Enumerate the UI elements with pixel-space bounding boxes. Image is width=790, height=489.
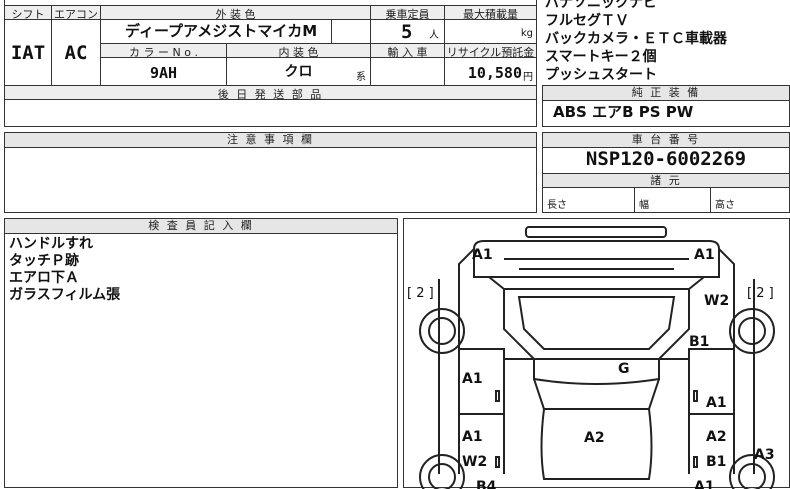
chassis-header: 車 台 番 号 bbox=[543, 133, 789, 148]
mark-front-right: A1 bbox=[694, 247, 715, 263]
recycle-header: リサイクル預託金 bbox=[444, 43, 537, 59]
roof-front-shape bbox=[533, 359, 660, 385]
interior-color-value: クロ bbox=[284, 64, 313, 80]
mark-right-bracket: [ 2 ] bbox=[747, 286, 774, 301]
wheel-front-right-shape bbox=[729, 308, 775, 354]
option-item: プッシュスタート bbox=[545, 67, 657, 83]
shift-value: IAT bbox=[10, 42, 46, 64]
mark-rear-right: A3 bbox=[754, 447, 775, 463]
mark-right-fender: B1 bbox=[689, 334, 709, 350]
handle-left-rear-shape bbox=[495, 456, 500, 468]
import-cell bbox=[370, 57, 445, 86]
recycle-cell: 10,580 円 bbox=[444, 57, 537, 86]
handle-right-front-shape bbox=[693, 390, 698, 402]
wheel-front-left-inner-shape bbox=[428, 317, 456, 345]
recycle-value: 10,580 bbox=[467, 64, 522, 82]
handle-right-rear-shape bbox=[693, 456, 698, 468]
exterior-color-value: ディープアメジストマイカM bbox=[125, 22, 318, 40]
wheel-front-left-shape bbox=[419, 308, 465, 354]
length-cell: 長さ bbox=[543, 188, 635, 213]
shift-value-cell: IAT bbox=[4, 19, 52, 86]
inspector-box: 検 査 員 記 入 欄 ハンドルすれ タッチＰ跡 エアロ下Ａ ガラスフィルム張 bbox=[4, 218, 398, 488]
mark-left-bracket: [ 2 ] bbox=[407, 286, 434, 301]
exterior-divider bbox=[331, 20, 332, 43]
recycle-unit: 円 bbox=[523, 72, 533, 83]
color-no-header: カ ラ ー N o . bbox=[100, 43, 227, 59]
mark-right-rear-door: A2 bbox=[706, 429, 727, 445]
capacity-header: 乗車定員 bbox=[370, 5, 445, 21]
wheel-rear-left-shape bbox=[419, 454, 465, 489]
mark-front-left: A1 bbox=[472, 247, 493, 263]
car-diagram-box: A1 A1 [ 2 ] [ 2 ] W2 B1 G A1 A1 A1 W2 A2… bbox=[403, 218, 790, 489]
inspector-line: エアロ下Ａ bbox=[9, 270, 79, 286]
shift-header: シフト bbox=[4, 5, 52, 21]
option-item: バックカメラ・ＥＴＣ車載器 bbox=[545, 31, 727, 47]
windshield-shape bbox=[517, 296, 676, 350]
inspector-lines: ハンドルすれ タッチＰ跡 エアロ下Ａ ガラスフィルム張 bbox=[9, 236, 120, 304]
mark-roof: G bbox=[618, 361, 630, 377]
max-load-cell: kg bbox=[444, 19, 537, 44]
aircon-header: エアコン bbox=[51, 5, 101, 21]
handle-left-front-shape bbox=[495, 390, 500, 402]
notes-box: 注 意 事 項 欄 bbox=[4, 132, 537, 213]
interior-color-cell: クロ 系 bbox=[226, 57, 371, 86]
capacity-unit: 人 bbox=[429, 30, 439, 41]
max-load-unit: kg bbox=[520, 28, 533, 39]
option-item: パナソニックナビ bbox=[545, 0, 657, 11]
inspector-line: タッチＰ跡 bbox=[9, 253, 79, 269]
wheel-rear-left-inner-shape bbox=[428, 463, 456, 489]
max-load-header: 最大積載量 bbox=[444, 5, 537, 21]
height-cell: 高さ bbox=[715, 200, 735, 211]
mark-left-rear-door: A1 bbox=[462, 429, 483, 445]
aircon-value-cell: AC bbox=[51, 19, 101, 86]
wheel-rear-right-inner-shape bbox=[738, 463, 766, 489]
inspector-line: ガラスフィルム張 bbox=[9, 287, 121, 303]
color-no-cell: 9AH bbox=[100, 57, 227, 86]
color-no-value: 9AH bbox=[149, 64, 178, 82]
car-diagram: A1 A1 [ 2 ] [ 2 ] W2 B1 G A1 A1 A1 W2 A2… bbox=[407, 226, 775, 489]
aircon-value: AC bbox=[64, 42, 88, 64]
genuine-equipment-value: ABS エアB PS PW bbox=[553, 103, 694, 121]
notes-header: 注 意 事 項 欄 bbox=[5, 133, 536, 148]
spec-table: シフト エアコン 外 装 色 乗車定員 最大積載量 IAT AC ディープアメジ… bbox=[4, 0, 537, 101]
mark-left-front-door: A1 bbox=[462, 371, 483, 387]
chassis-box: 車 台 番 号 NSP120-6002269 諸 元 長さ 幅 高さ bbox=[542, 132, 790, 213]
exterior-color-cell: ディープアメジストマイカM bbox=[100, 19, 371, 44]
later-parts-area bbox=[4, 99, 537, 127]
exterior-color-header: 外 装 色 bbox=[100, 5, 371, 21]
hood-shape bbox=[488, 276, 705, 290]
option-item: フルセグＴＶ bbox=[545, 13, 629, 29]
mark-bottom-left: B4 bbox=[476, 479, 497, 489]
genuine-equipment-header: 純 正 装 備 bbox=[543, 86, 789, 101]
later-parts-header: 後 日 発 送 部 品 bbox=[4, 85, 537, 101]
front-emblem-shape bbox=[525, 226, 667, 238]
genuine-equipment-box: 純 正 装 備 ABS エアB PS PW bbox=[542, 85, 790, 127]
mark-right-rear-door-b: B1 bbox=[706, 454, 726, 470]
capacity-cell: 5 人 bbox=[370, 19, 445, 44]
inspector-header: 検 査 員 記 入 欄 bbox=[5, 219, 397, 234]
capacity-value: 5 bbox=[401, 21, 413, 43]
right-mirror-shape bbox=[718, 248, 735, 279]
chassis-number: NSP120-6002269 bbox=[585, 148, 747, 170]
interior-suffix: 系 bbox=[356, 72, 366, 83]
options-list: パナソニックナビ フルセグＴＶ バックカメラ・ＥＴＣ車載器 スマートキー２個 プ… bbox=[545, 0, 790, 84]
interior-color-header: 内 装 色 bbox=[226, 43, 371, 59]
wheel-front-right-inner-shape bbox=[738, 317, 766, 345]
front-grille-shape bbox=[504, 258, 689, 270]
inspector-line: ハンドルすれ bbox=[9, 236, 93, 252]
mark-bottom-right: A1 bbox=[694, 479, 715, 489]
mark-right-front-door: A1 bbox=[706, 395, 727, 411]
mark-trunk: A2 bbox=[584, 430, 605, 446]
spec-header: 諸 元 bbox=[543, 173, 789, 188]
mark-windshield: W2 bbox=[704, 293, 729, 309]
import-header: 輸 入 車 bbox=[370, 43, 445, 59]
width-cell: 幅 bbox=[635, 188, 711, 213]
mark-left-rear-glass: W2 bbox=[462, 454, 487, 470]
option-item: スマートキー２個 bbox=[545, 49, 657, 65]
dimension-row: 長さ 幅 高さ bbox=[543, 188, 789, 213]
